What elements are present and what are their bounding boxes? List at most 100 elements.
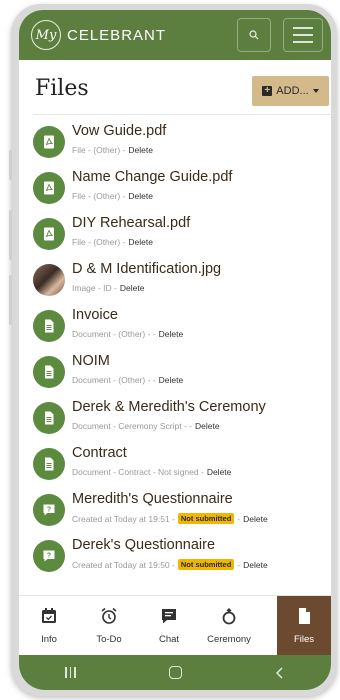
tab-label: Chat <box>158 634 180 645</box>
file-meta: File - (Other) - Delete <box>72 237 153 247</box>
delete-link[interactable]: Delete <box>243 560 268 570</box>
add-button-label: ADD... <box>276 85 309 97</box>
file-list-item[interactable]: Vow Guide.pdf File - (Other) - Delete <box>19 118 331 164</box>
file-name[interactable]: NOIM <box>72 353 110 369</box>
file-meta-text: Document - (Other) - - <box>72 375 156 385</box>
delete-link[interactable]: Delete <box>159 329 184 339</box>
delete-link[interactable]: Delete <box>128 145 153 155</box>
file-meta-text: Document - Contract - Not signed - <box>72 467 204 477</box>
app-bar: My CELEBRANT <box>19 10 331 60</box>
search-icon <box>249 30 259 40</box>
questionnaire-icon: ? <box>33 494 65 526</box>
status-badge: Not submitted <box>177 559 235 570</box>
file-name[interactable]: Invoice <box>72 307 118 323</box>
search-button[interactable] <box>237 18 271 52</box>
file-meta: Image - ID - Delete <box>72 283 144 293</box>
file-meta: Created at Today at 19:50 - Not submitted… <box>72 559 268 570</box>
caret-down-icon <box>312 89 319 93</box>
menu-button[interactable] <box>283 18 323 52</box>
file-meta: Created at Today at 19:51 - Not submitted… <box>72 513 268 524</box>
file-list-item[interactable]: DIY Rehearsal.pdf File - (Other) - Delete <box>19 210 331 256</box>
file-name[interactable]: Vow Guide.pdf <box>72 123 166 139</box>
ring-icon <box>220 607 238 630</box>
file-name[interactable]: D & M Identification.jpg <box>72 261 221 277</box>
file-meta-text: Created at Today at 19:51 - <box>72 513 175 524</box>
file-meta-text: File - (Other) - <box>72 191 126 201</box>
document-icon <box>33 448 65 480</box>
file-name[interactable]: Name Change Guide.pdf <box>72 169 232 185</box>
recent-apps-button[interactable] <box>65 667 76 678</box>
divider <box>33 114 331 115</box>
document-icon <box>33 356 65 388</box>
system-nav-bar <box>19 655 331 690</box>
file-meta: Document - Contract - Not signed - Delete <box>72 467 231 477</box>
file-name[interactable]: Derek & Meredith's Ceremony <box>72 399 266 415</box>
file-list-item[interactable]: Invoice Document - (Other) - - Delete <box>19 302 331 348</box>
volume-button <box>9 150 12 180</box>
bottom-tab-bar: Info To-Do Chat Ceremony Files <box>19 595 331 656</box>
brand-name: CELEBRANT <box>67 26 167 44</box>
volume-button <box>9 210 12 260</box>
delete-link[interactable]: Delete <box>159 375 184 385</box>
file-name[interactable]: Contract <box>72 445 127 461</box>
file-list-item[interactable]: Derek & Meredith's Ceremony Document - Ce… <box>19 394 331 440</box>
file-meta: File - (Other) - Delete <box>72 191 153 201</box>
svg-text:?: ? <box>47 553 51 560</box>
file-name[interactable]: Meredith's Questionnaire <box>72 491 233 507</box>
file-meta: Document - (Other) - - Delete <box>72 375 183 385</box>
file-icon <box>295 607 313 630</box>
home-button[interactable] <box>168 666 182 679</box>
file-list: Vow Guide.pdf File - (Other) - Delete Name … <box>19 118 331 578</box>
logo-icon: My <box>31 20 61 50</box>
hamburger-icon <box>293 27 313 29</box>
file-meta-text: Document - Ceremony Script - - <box>72 421 192 431</box>
tab-label: Files <box>293 634 315 645</box>
file-meta: Document - (Other) - - Delete <box>72 329 183 339</box>
file-meta-separator: - <box>237 559 241 570</box>
delete-link[interactable]: Delete <box>195 421 220 431</box>
page-title: Files <box>35 76 89 101</box>
plus-square-icon: + <box>262 86 273 96</box>
questionnaire-icon: ? <box>33 540 65 572</box>
photo-avatar <box>33 264 65 296</box>
tab-label: To-Do <box>96 634 122 645</box>
file-name[interactable]: Derek's Questionnaire <box>72 537 215 553</box>
tab-chat[interactable]: Chat <box>139 596 199 656</box>
file-meta: File - (Other) - Delete <box>72 145 153 155</box>
alarm-clock-icon <box>100 607 118 630</box>
file-meta-text: Document - (Other) - - <box>72 329 156 339</box>
app-screen: My CELEBRANT Files + ADD... Vow Guide.pd… <box>19 10 331 690</box>
calendar-icon <box>40 607 58 630</box>
delete-link[interactable]: Delete <box>207 467 232 477</box>
power-button <box>9 275 12 325</box>
file-list-item[interactable]: Name Change Guide.pdf File - (Other) - Del… <box>19 164 331 210</box>
file-meta-text: Created at Today at 19:50 - <box>72 559 175 570</box>
file-name[interactable]: DIY Rehearsal.pdf <box>72 215 190 231</box>
delete-link[interactable]: Delete <box>120 283 145 293</box>
add-button[interactable]: + ADD... <box>252 76 329 106</box>
chat-icon <box>160 607 178 630</box>
file-list-item[interactable]: ? Meredith's Questionnaire Created at Toda… <box>19 486 331 532</box>
file-meta-text: File - (Other) - <box>72 237 126 247</box>
file-list-item[interactable]: D & M Identification.jpg Image - ID - Dele… <box>19 256 331 302</box>
tab-label: Ceremony <box>207 634 251 645</box>
tab-files[interactable]: Files <box>277 596 331 656</box>
file-list-item[interactable]: Contract Document - Contract - Not signed… <box>19 440 331 486</box>
svg-text:?: ? <box>47 507 51 514</box>
pdf-icon <box>33 172 65 204</box>
status-badge: Not submitted <box>177 513 235 524</box>
pdf-icon <box>33 126 65 158</box>
tab-info[interactable]: Info <box>19 596 79 656</box>
tab-ceremony[interactable]: Ceremony <box>199 596 259 656</box>
file-meta-text: Image - ID - <box>72 283 117 293</box>
tab-to-do[interactable]: To-Do <box>79 596 139 656</box>
delete-link[interactable]: Delete <box>128 237 153 247</box>
file-meta: Document - Ceremony Script - - Delete <box>72 421 220 431</box>
delete-link[interactable]: Delete <box>128 191 153 201</box>
file-list-item[interactable]: NOIM Document - (Other) - - Delete <box>19 348 331 394</box>
delete-link[interactable]: Delete <box>243 514 268 524</box>
tab-label: Info <box>41 634 57 645</box>
document-icon <box>33 402 65 434</box>
file-list-item[interactable]: ? Derek's Questionnaire Created at Today a… <box>19 532 331 578</box>
back-button[interactable] <box>275 666 285 679</box>
